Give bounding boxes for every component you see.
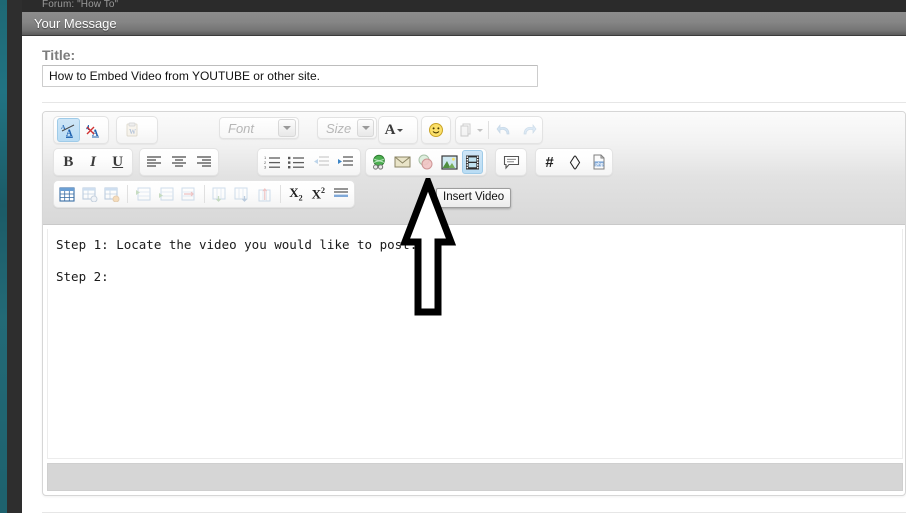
spellcheck-on-icon[interactable]: A A [57, 118, 81, 142]
align-right-icon[interactable] [192, 150, 215, 174]
table-group: X2 X2 [53, 180, 355, 208]
chevron-down-icon[interactable] [357, 119, 374, 137]
quote-group [495, 148, 527, 176]
svg-text:3: 3 [264, 165, 267, 170]
php-code-icon[interactable]: php [588, 150, 609, 174]
delete-row-icon[interactable] [178, 182, 198, 206]
toolbar-separator [203, 185, 205, 203]
align-center-icon[interactable] [168, 150, 191, 174]
insert-link-icon[interactable] [369, 150, 390, 174]
title-label: Title: [42, 47, 76, 63]
divider-top [42, 102, 906, 103]
toolbar-separator [279, 185, 281, 203]
breadcrumb: Forum: "How To" [42, 0, 119, 10]
attachment-icon[interactable] [459, 118, 483, 142]
text-color-icon[interactable]: A [382, 118, 406, 142]
spellcheck-off-icon[interactable]: 4 A [82, 118, 105, 142]
insert-image-icon[interactable] [438, 150, 459, 174]
panel-body: Title: A A [22, 36, 906, 513]
subscript-icon[interactable]: X2 [286, 182, 306, 206]
toolbar-row-1: A A 4 A [43, 116, 905, 146]
smiley-icon[interactable] [425, 118, 447, 142]
insert-video-icon[interactable] [461, 150, 484, 174]
attach-undo-group [455, 116, 543, 144]
text-style-group: B I U [53, 148, 133, 176]
superscript-icon[interactable]: X2 [308, 182, 328, 206]
toolbar-separator [127, 185, 129, 203]
panel-header-your-message: Your Message [22, 12, 906, 36]
undo-icon[interactable] [494, 118, 516, 142]
browser-dark-topbar: Forum: "How To" [22, 0, 906, 12]
remove-link-icon[interactable] [415, 150, 436, 174]
list-indent-group: 123 [257, 148, 361, 176]
align-group [139, 148, 219, 176]
delete-column-icon[interactable] [254, 182, 274, 206]
title-input[interactable] [42, 65, 538, 87]
editor-content-area[interactable]: Step 1: Locate the video you would like … [47, 229, 903, 459]
paste-from-word-icon[interactable]: W [120, 118, 144, 142]
outdent-icon[interactable] [310, 150, 333, 174]
code-brackets-icon[interactable]: 〈〉 [561, 150, 589, 174]
code-group: # 〈〉 php [535, 148, 613, 176]
align-left-icon[interactable] [143, 150, 166, 174]
font-color-group: A [378, 116, 418, 144]
left-teal-accent-strip [0, 0, 7, 513]
editor-toolbar: A A 4 A [43, 112, 905, 225]
rich-text-editor: A A 4 A [42, 111, 906, 496]
table-properties-icon[interactable] [79, 182, 99, 206]
insert-column-left-icon[interactable] [209, 182, 229, 206]
font-size-dropdown[interactable]: Size [317, 117, 377, 139]
tooltip-insert-video: Insert Video [436, 188, 512, 208]
redo-icon[interactable] [517, 118, 539, 142]
emoticon-group [421, 116, 451, 144]
editor-line-2: Step 2: [56, 269, 109, 284]
insert-row-above-icon[interactable] [133, 182, 153, 206]
bold-icon[interactable]: B [57, 150, 80, 174]
font-family-dropdown[interactable]: Font [219, 117, 299, 139]
editor-line-1: Step 1: Locate the video you would like … [56, 237, 418, 252]
svg-text:php: php [595, 162, 603, 167]
italic-icon[interactable]: I [82, 150, 105, 174]
paste-group: W [116, 116, 158, 144]
insert-row-below-icon[interactable] [156, 182, 176, 206]
insert-column-right-icon[interactable] [232, 182, 252, 206]
insert-email-icon[interactable] [392, 150, 413, 174]
delete-table-icon[interactable] [102, 182, 122, 206]
size-dropdown-label: Size [326, 120, 352, 136]
panel-title: Your Message [34, 16, 117, 31]
unordered-list-icon[interactable] [286, 150, 309, 174]
font-dropdown-label: Font [228, 120, 255, 136]
spellcheck-group: A A 4 A [53, 116, 109, 144]
underline-icon[interactable]: U [106, 150, 129, 174]
toolbar-separator [488, 121, 489, 139]
toolbar-row-2: B I U 1 2 3 # 〈〉 php [43, 148, 905, 178]
svg-text:W: W [129, 128, 136, 136]
editor-status-bar [47, 463, 903, 491]
indent-icon[interactable] [335, 150, 358, 174]
horizontal-rule-icon[interactable] [331, 182, 351, 206]
ordered-list-icon[interactable]: 123 [261, 150, 284, 174]
quote-icon[interactable] [499, 150, 523, 174]
insert-table-icon[interactable] [57, 182, 77, 206]
hash-icon[interactable]: # [539, 150, 560, 174]
chevron-down-icon[interactable] [278, 119, 296, 137]
insert-media-group [365, 148, 487, 176]
